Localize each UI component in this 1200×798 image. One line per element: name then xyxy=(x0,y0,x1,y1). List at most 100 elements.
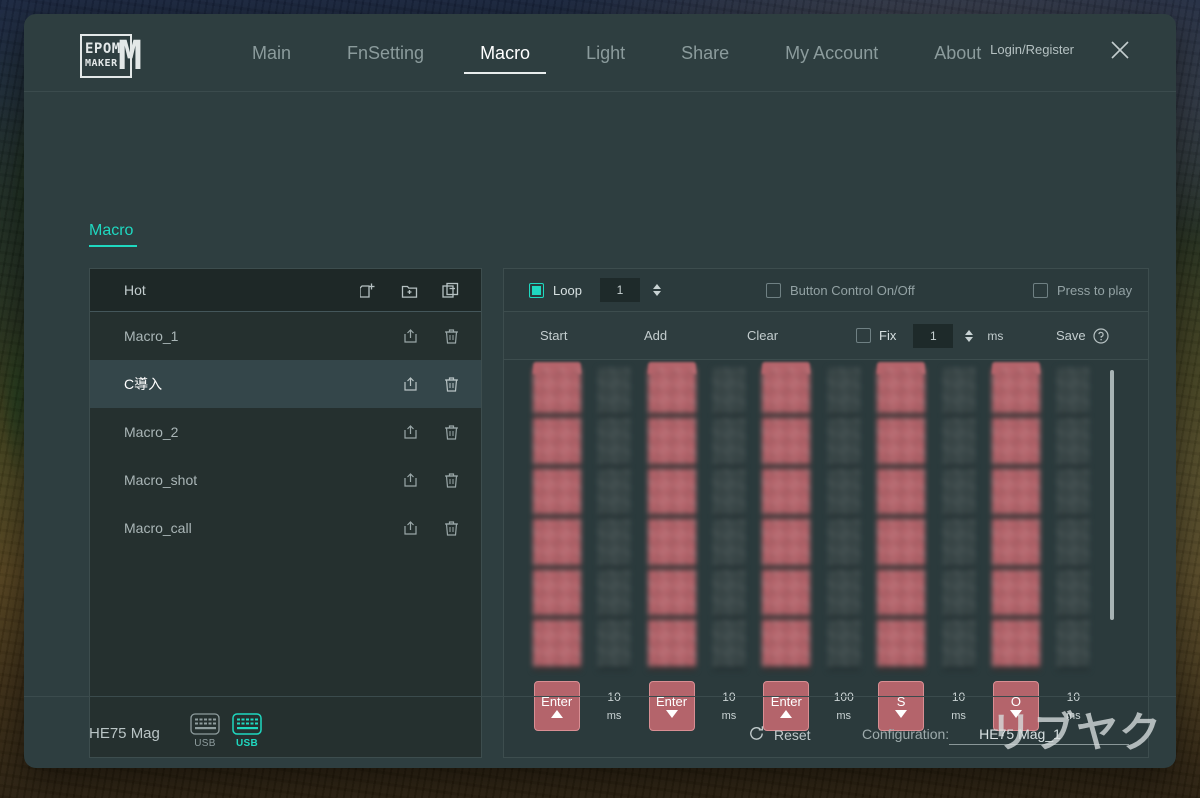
macro-item-actions xyxy=(403,520,459,536)
delete-icon[interactable] xyxy=(444,328,459,344)
loop-label: Loop xyxy=(553,282,582,298)
app-footer: HE75 Mag USB USB Reset Configuration: HE… xyxy=(24,696,1176,768)
tab-macro[interactable]: Macro xyxy=(452,14,558,92)
button-control-option-group: Button Control On/Off xyxy=(766,282,915,298)
duplicate-icon[interactable] xyxy=(442,282,459,299)
device-connection-label: USB xyxy=(235,738,258,749)
macro-list-header: Hot xyxy=(90,269,481,312)
tab-fnsetting[interactable]: FnSetting xyxy=(319,14,452,92)
macro-list-item-macro-1[interactable]: Macro_1 xyxy=(90,312,481,360)
configuration-group: Configuration: HE75 Mag_1 xyxy=(862,726,1130,745)
loop-checkbox[interactable] xyxy=(529,282,544,298)
main-content: Macro Hot Macro_1 C導入 Macro_2 Macro_shot… xyxy=(24,92,1176,758)
app-header: EPOM MAKER M Main FnSetting Macro Light … xyxy=(24,14,1176,92)
export-icon[interactable] xyxy=(403,328,418,344)
configuration-input[interactable]: HE75 Mag_1 xyxy=(949,726,1130,745)
key-bar xyxy=(532,368,581,671)
device-slot-usb-1[interactable]: USB xyxy=(190,713,220,749)
delete-icon[interactable] xyxy=(444,424,459,440)
tab-share[interactable]: Share xyxy=(653,14,757,92)
macro-item-actions xyxy=(403,328,459,344)
loop-option-group: Loop 1 xyxy=(529,278,661,302)
tab-light[interactable]: Light xyxy=(558,14,653,92)
macro-list-panel: Hot Macro_1 C導入 Macro_2 Macro_shot Macro… xyxy=(89,268,482,758)
application-window: EPOM MAKER M Main FnSetting Macro Light … xyxy=(24,14,1176,768)
tab-main[interactable]: Main xyxy=(224,14,319,92)
reset-button[interactable]: Reset xyxy=(748,725,811,745)
logo-text-maker: MAKER xyxy=(85,58,118,69)
clear-button[interactable]: Clear xyxy=(747,328,778,343)
configuration-label: Configuration: xyxy=(862,726,950,742)
macro-list-item-macro-call[interactable]: Macro_call xyxy=(90,504,481,552)
add-button[interactable]: Add xyxy=(644,328,667,343)
keyboard-icon xyxy=(232,713,262,735)
new-file-icon[interactable] xyxy=(359,282,377,299)
key-bar xyxy=(647,368,696,671)
delay-bar xyxy=(827,368,860,671)
save-button[interactable]: Save xyxy=(1056,328,1086,343)
page-title: Macro xyxy=(89,222,134,239)
page-title-underline xyxy=(89,245,137,247)
delete-icon[interactable] xyxy=(444,376,459,392)
fix-value-input[interactable]: 1 xyxy=(913,323,954,348)
timeline-scrollbar[interactable] xyxy=(1110,370,1114,620)
login-register-link[interactable]: Login/Register xyxy=(990,42,1074,57)
macro-item-label: Macro_1 xyxy=(124,328,179,344)
macro-action-bar: Start Add Clear Fix 1 ms Save xyxy=(504,312,1148,360)
delay-bar xyxy=(712,368,745,671)
device-slot-usb-2[interactable]: USB xyxy=(232,713,262,749)
logo-text-epom: EPOM xyxy=(85,41,121,57)
loop-count-input[interactable]: 1 xyxy=(599,278,640,302)
key-bar xyxy=(991,368,1040,671)
close-icon[interactable] xyxy=(1106,36,1134,64)
macro-list-item-macro-shot[interactable]: Macro_shot xyxy=(90,456,481,504)
stepper-up-icon[interactable] xyxy=(965,329,974,335)
macro-list-item-c-import[interactable]: C導入 xyxy=(90,360,481,408)
new-folder-icon[interactable] xyxy=(401,282,418,299)
macro-item-label: Macro_shot xyxy=(124,472,198,488)
macro-item-label: Macro_2 xyxy=(124,424,179,440)
button-control-checkbox[interactable] xyxy=(766,282,781,298)
delete-icon[interactable] xyxy=(444,520,459,536)
key-bar xyxy=(762,368,811,671)
start-button[interactable]: Start xyxy=(540,328,567,343)
press-to-play-label: Press to play xyxy=(1057,282,1133,298)
reset-label: Reset xyxy=(774,727,811,743)
key-bar xyxy=(877,368,926,671)
macro-item-label: Macro_call xyxy=(124,520,192,536)
keyboard-icon xyxy=(190,713,220,735)
press-to-play-option-group: Press to play xyxy=(1033,282,1133,298)
fix-unit-label: ms xyxy=(987,328,1004,343)
stepper-down-icon[interactable] xyxy=(965,336,974,342)
macro-item-label: C導入 xyxy=(124,376,163,392)
export-icon[interactable] xyxy=(403,424,418,440)
delay-bar xyxy=(1057,368,1090,671)
macro-list-header-actions xyxy=(359,282,459,299)
export-icon[interactable] xyxy=(403,520,418,536)
fix-checkbox[interactable] xyxy=(856,328,871,343)
device-name: HE75 Mag xyxy=(89,725,160,742)
loop-count-stepper[interactable] xyxy=(652,284,661,296)
tab-my-account[interactable]: My Account xyxy=(757,14,906,92)
refresh-icon xyxy=(748,725,765,745)
macro-item-actions xyxy=(403,472,459,488)
help-icon[interactable] xyxy=(1093,327,1109,344)
fix-delay-group: Fix 1 ms xyxy=(856,323,1004,348)
delete-icon[interactable] xyxy=(444,472,459,488)
stepper-down-icon[interactable] xyxy=(652,291,661,296)
press-to-play-checkbox[interactable] xyxy=(1033,282,1048,298)
fix-value-stepper[interactable] xyxy=(965,329,974,342)
logo-mark-m: M xyxy=(118,33,143,79)
macro-options-bar: Loop 1 Button Control On/Off Press to pl… xyxy=(504,269,1148,312)
delay-bar xyxy=(942,368,975,671)
macro-item-actions xyxy=(403,376,459,392)
delay-bar xyxy=(598,368,631,671)
export-icon[interactable] xyxy=(403,472,418,488)
export-icon[interactable] xyxy=(403,376,418,392)
device-connection-label: USB xyxy=(194,738,216,749)
fix-label: Fix xyxy=(879,328,897,343)
macro-list-item-macro-2[interactable]: Macro_2 xyxy=(90,408,481,456)
button-control-label: Button Control On/Off xyxy=(790,282,915,298)
stepper-up-icon[interactable] xyxy=(652,284,661,289)
main-navigation: Main FnSetting Macro Light Share My Acco… xyxy=(224,14,1009,92)
